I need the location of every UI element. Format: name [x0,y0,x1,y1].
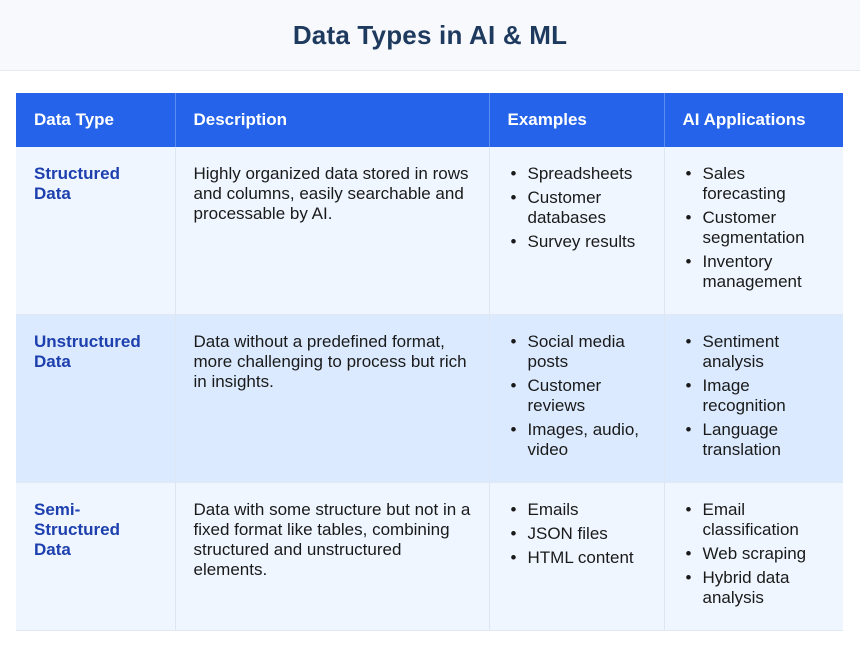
applications-list: Sentiment analysis Image recognition Lan… [683,332,828,460]
cell-description: Data without a predefined format, more c… [175,314,490,483]
page-title: Data Types in AI & ML [292,19,568,50]
cell-examples: Social media posts Customer reviews Imag… [489,314,665,483]
data-types-table: Data Type Description Examples AI Applic… [16,93,843,631]
list-item: Sales forecasting [686,164,828,204]
cell-ai-applications: Email classification Web scraping Hybrid… [664,482,843,631]
cell-examples: Spreadsheets Customer databases Survey r… [489,147,665,315]
examples-list: Spreadsheets Customer databases Survey r… [508,164,648,252]
list-item: Spreadsheets [511,164,648,184]
list-item: Hybrid data analysis [686,568,828,608]
list-item: Social media posts [511,332,648,372]
list-item: Customer reviews [511,376,648,416]
column-header-data-type: Data Type [16,93,176,147]
cell-data-type: Structured Data [16,147,176,315]
cell-description: Data with some structure but not in a fi… [175,482,490,631]
list-item: Language translation [686,420,828,460]
column-header-description: Description [175,93,490,147]
list-item: Customer databases [511,188,648,228]
column-header-ai-applications: AI Applications [664,93,843,147]
table-row-unstructured: Unstructured Data Data without a predefi… [16,314,843,483]
applications-list: Email classification Web scraping Hybrid… [683,500,828,608]
data-type-label: Unstructured Data [34,332,141,371]
applications-list: Sales forecasting Customer segmentation … [683,164,828,292]
list-item: Email classification [686,500,828,540]
data-type-label: Semi-Structured Data [34,500,120,559]
table-row-structured: Structured Data Highly organized data st… [16,147,843,315]
list-item: JSON files [511,524,648,544]
list-item: Sentiment analysis [686,332,828,372]
table-row-semi-structured: Semi-Structured Data Data with some stru… [16,482,843,631]
cell-ai-applications: Sales forecasting Customer segmentation … [664,147,843,315]
title-bar: Data Types in AI & ML [0,0,860,71]
examples-list: Emails JSON files HTML content [508,500,648,568]
cell-ai-applications: Sentiment analysis Image recognition Lan… [664,314,843,483]
table-header-row: Data Type Description Examples AI Applic… [16,93,843,147]
list-item: Customer segmentation [686,208,828,248]
list-item: HTML content [511,548,648,568]
cell-data-type: Unstructured Data [16,314,176,483]
list-item: Emails [511,500,648,520]
list-item: Images, audio, video [511,420,648,460]
list-item: Inventory management [686,252,828,292]
cell-examples: Emails JSON files HTML content [489,482,665,631]
list-item: Image recognition [686,376,828,416]
column-header-examples: Examples [489,93,665,147]
cell-data-type: Semi-Structured Data [16,482,176,631]
list-item: Web scraping [686,544,828,564]
data-type-label: Structured Data [34,164,120,203]
examples-list: Social media posts Customer reviews Imag… [508,332,648,460]
cell-description: Highly organized data stored in rows and… [175,147,490,315]
list-item: Survey results [511,232,648,252]
